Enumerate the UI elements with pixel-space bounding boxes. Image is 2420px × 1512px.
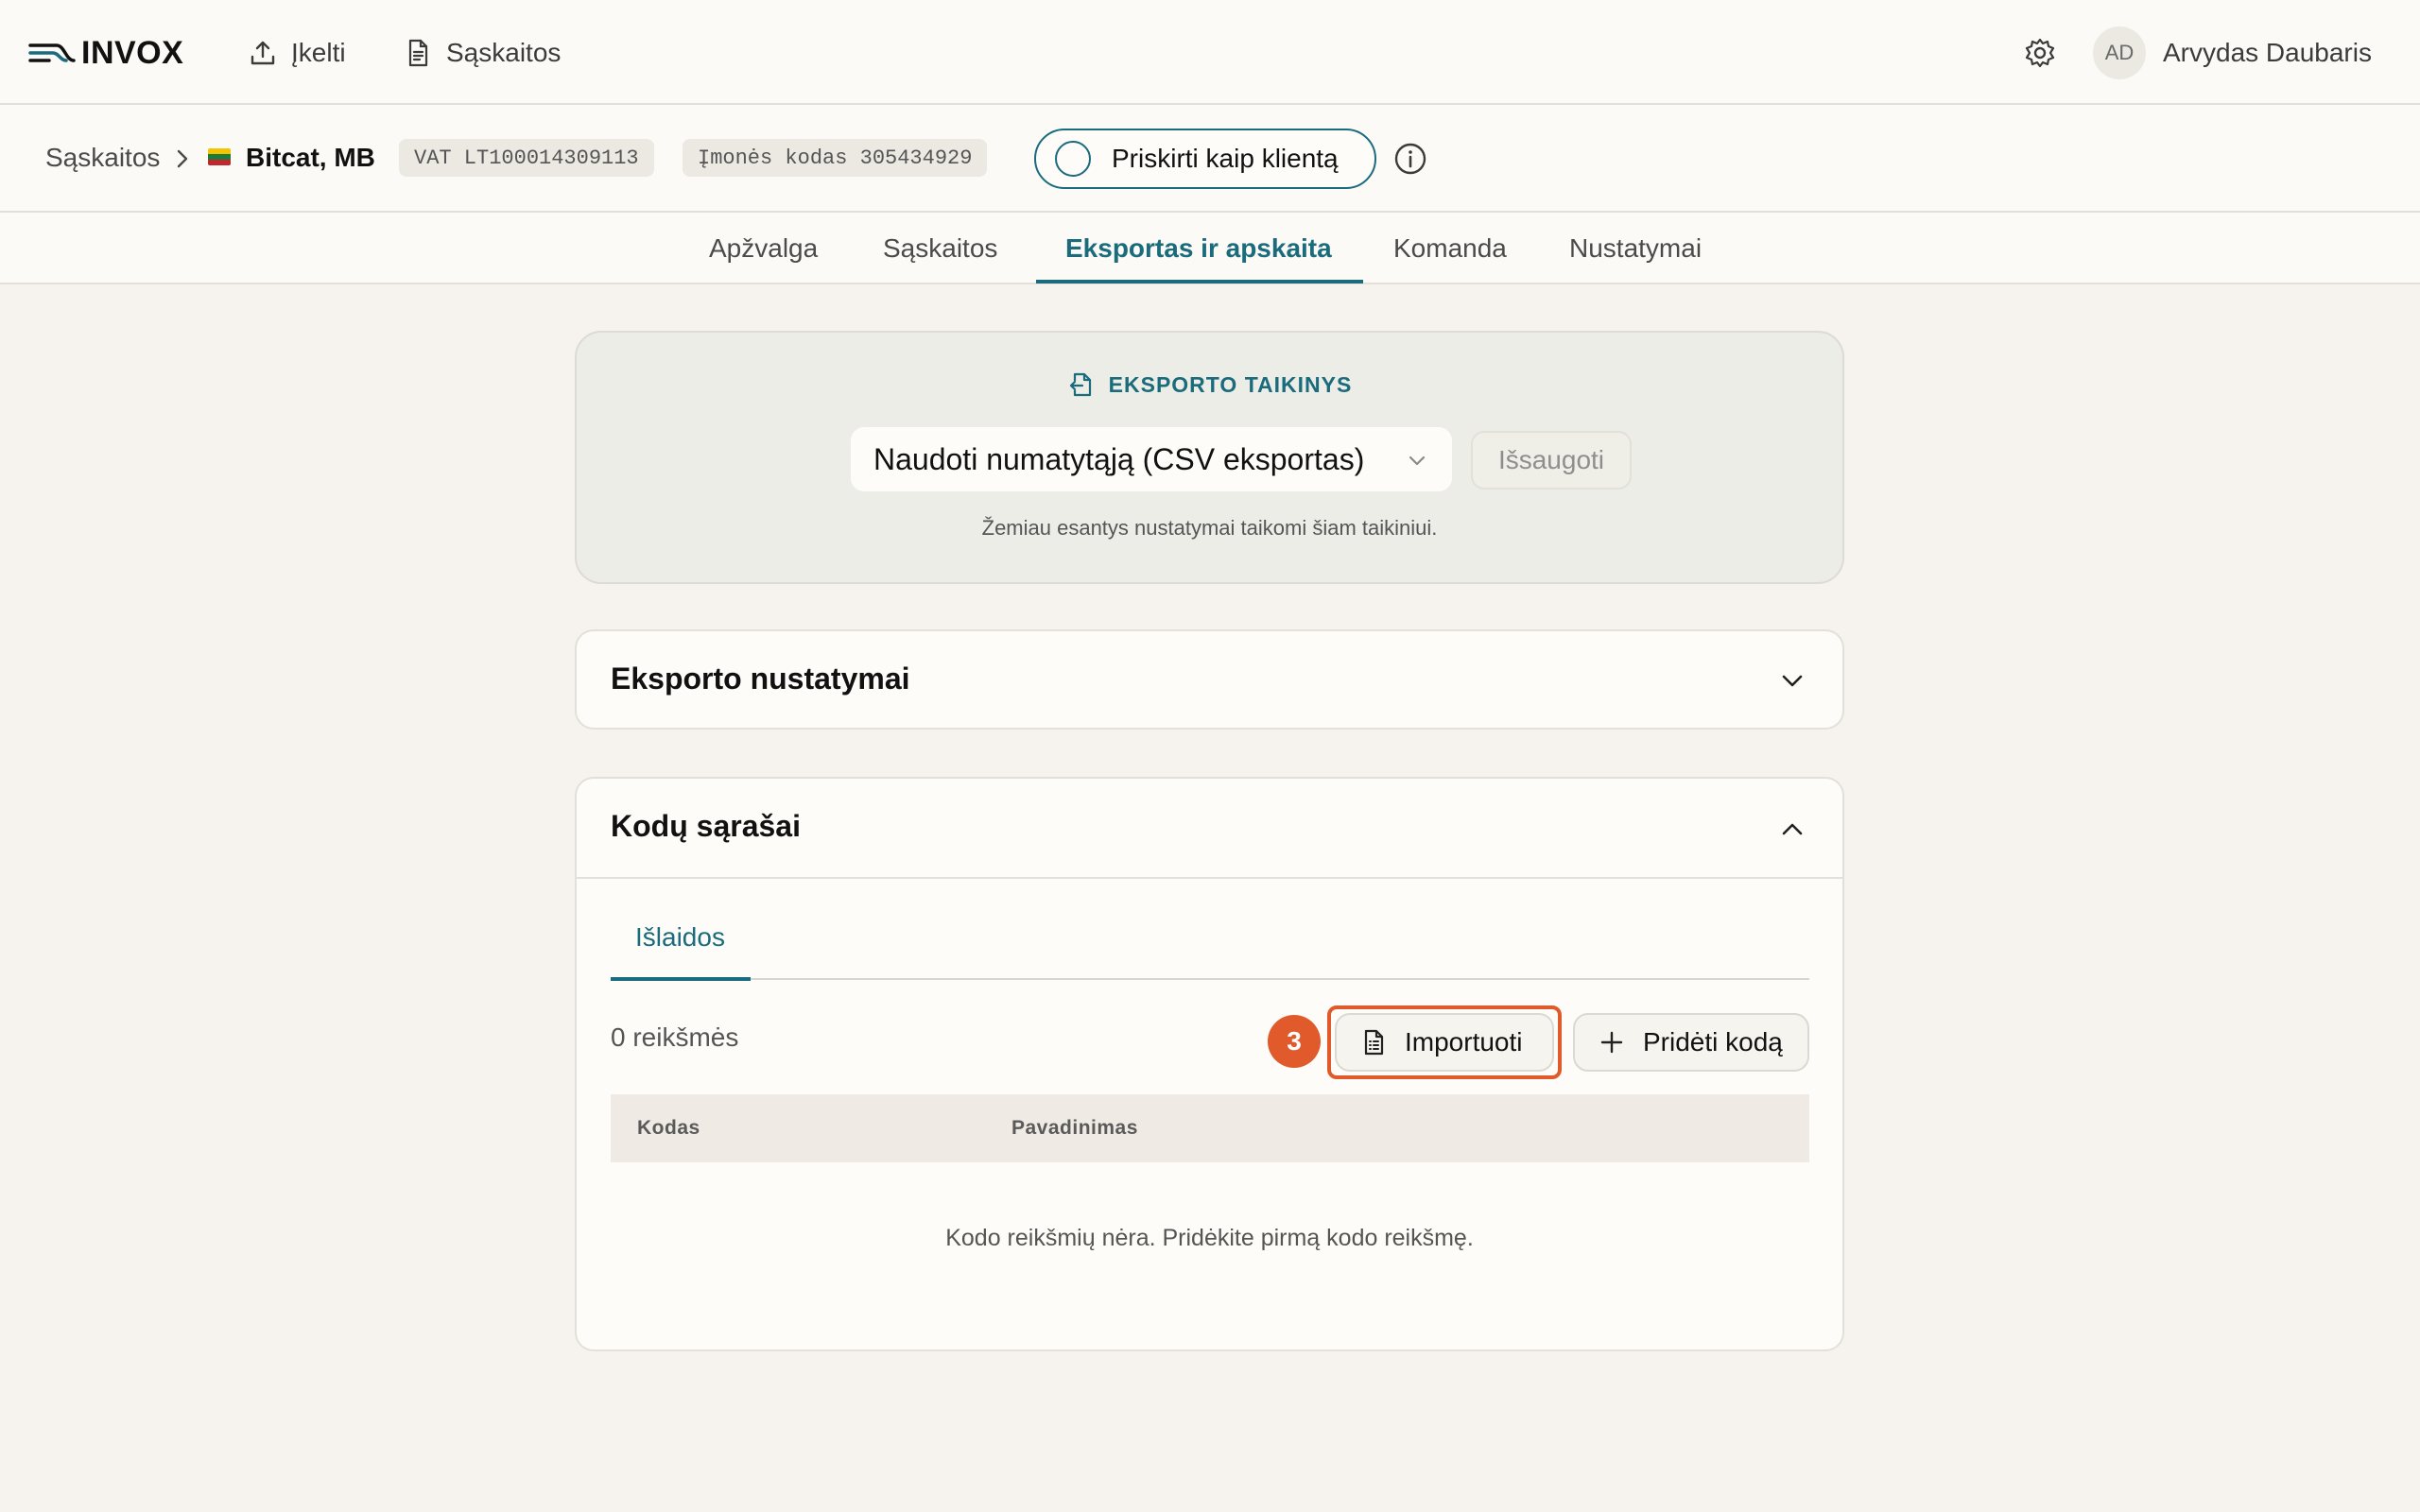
upload-icon [251,41,275,65]
active-tab-indicator [1036,280,1363,284]
user-avatar[interactable]: AD [2093,26,2146,79]
nav-invoices[interactable]: Sąskaitos [403,32,561,74]
export-target-note: Žemiau esantys nustatymai taikomi šiam t… [981,516,1438,540]
step-badge: 3 [1268,1015,1321,1068]
logo-waves-icon [28,43,76,62]
add-code-label: Pridėti kodą [1643,1027,1783,1057]
export-target-heading: EKSPORTO TAIKINYS [577,370,1842,399]
app-logo[interactable]: INVOX [28,32,183,74]
vat-chip: VAT LT100014309113 [399,139,654,177]
breadcrumb-company: Bitcat, MB [246,143,375,172]
subtab-expenses[interactable]: Išlaidos [635,922,725,953]
user-name[interactable]: Arvydas Daubaris [2163,32,2372,74]
company-code-chip: Įmonės kodas 305434929 [683,139,988,177]
tab-team[interactable]: Komanda [1393,213,1507,284]
section-tabs: Apžvalga Sąskaitos Eksportas ir apskaita… [0,213,2420,284]
add-code-button[interactable]: Pridėti kodą [1573,1013,1809,1072]
tab-export-accounting[interactable]: Eksportas ir apskaita [1065,213,1332,284]
export-target-heading-text: EKSPORTO TAIKINYS [1108,371,1353,397]
logo-text: INVOX [81,34,184,71]
info-icon[interactable] [1393,142,1427,176]
empty-state-message: Kodo reikšmių nėra. Pridėkite pirmą kodo… [945,1225,1474,1251]
radio-circle-icon [1055,141,1091,177]
save-button[interactable]: Išsaugoti [1471,431,1632,490]
file-list-icon [1364,1029,1384,1056]
chevron-right-icon [177,149,188,168]
table-header: Kodas Pavadinimas [611,1094,1809,1162]
export-target-select[interactable]: Naudoti numatytąją (CSV eksportas) [851,427,1452,491]
tab-invoices[interactable]: Sąskaitos [883,213,997,284]
assign-as-client-label: Priskirti kaip klientą [1112,144,1339,173]
import-button[interactable]: Importuoti [1335,1013,1554,1072]
nav-upload[interactable]: Įkelti [248,32,346,74]
tab-overview[interactable]: Apžvalga [709,213,818,284]
tab-settings[interactable]: Nustatymai [1569,213,1702,284]
breadcrumb-root-link[interactable]: Sąskaitos [45,139,160,177]
assign-as-client-button[interactable]: Priskirti kaip klientą [1034,129,1376,189]
column-header-name: Pavadinimas [1011,1117,1138,1139]
nav-invoices-label: Sąskaitos [446,38,562,67]
code-lists-title: Kodų sąrašai [611,809,801,843]
values-count: 0 reikšmės [611,1022,739,1052]
plus-icon [1600,1031,1623,1054]
subtab-baseline [611,978,1809,980]
document-icon [408,39,428,67]
active-subtab-indicator [611,977,751,981]
code-lists-card: Kodų sąrašai Išlaidos 0 reikšmės 3 Impor… [575,777,1844,1351]
top-navigation-bar: INVOX Įkelti Sąskaitos AD Arvydas Daubar… [0,0,2420,105]
chevron-up-icon[interactable] [1778,815,1806,843]
lithuania-flag-icon [208,148,231,165]
export-target-selected-value: Naudoti numatytąją (CSV eksportas) [873,441,1365,476]
nav-upload-label: Įkelti [291,38,346,67]
export-settings-card[interactable]: Eksporto nustatymai [575,629,1844,730]
settings-gear-icon[interactable] [2023,36,2057,70]
column-header-code: Kodas [637,1117,700,1139]
chevron-down-icon[interactable] [1778,667,1806,696]
export-target-card: EKSPORTO TAIKINYS Naudoti numatytąją (CS… [575,331,1844,584]
import-label: Importuoti [1405,1027,1523,1057]
card-divider [577,877,1842,879]
file-export-icon [1069,372,1091,397]
export-settings-title: Eksporto nustatymai [611,662,910,696]
chevron-down-icon [1409,455,1426,466]
